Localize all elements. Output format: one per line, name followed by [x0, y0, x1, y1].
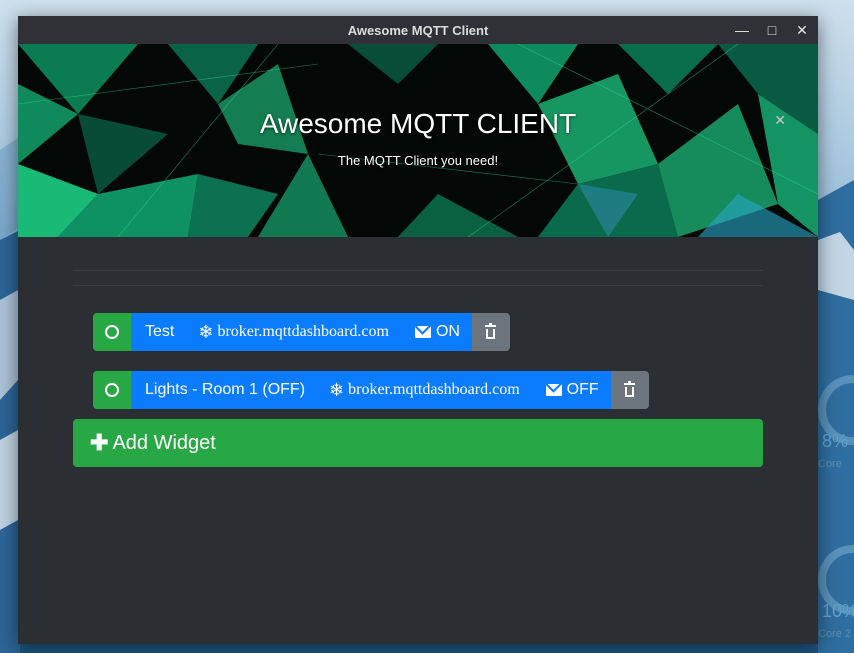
widget-state: OFF: [545, 381, 599, 399]
minimize-icon[interactable]: —: [734, 22, 750, 38]
widget-broker-text: broker.mqttdashboard.com: [217, 323, 389, 340]
widget-delete-button[interactable]: [471, 313, 510, 351]
plus-icon: ✚: [90, 430, 109, 455]
widget-delete-button[interactable]: [610, 371, 649, 409]
hero-subtitle: The MQTT Client you need!: [337, 153, 499, 168]
app-window: Awesome MQTT Client — □ ✕ Awesome MQTT C…: [18, 16, 818, 644]
widget-state-text: OFF: [566, 381, 599, 398]
hero-title: Awesome MQTT CLIENT: [259, 108, 577, 139]
title-bar[interactable]: Awesome MQTT Client — □ ✕: [18, 16, 818, 44]
desktop-cpu-percent-1: 8%: [822, 431, 849, 451]
widget-broker: ❄ broker.mqttdashboard.com: [329, 380, 520, 401]
widget-state: ON: [414, 323, 460, 341]
envelope-icon: [414, 326, 431, 338]
maximize-icon[interactable]: □: [764, 22, 780, 38]
widget-state-text: ON: [435, 323, 460, 340]
widget-name: Lights - Room 1 (OFF): [145, 381, 306, 398]
add-widget-button[interactable]: ✚ Add Widget: [73, 419, 763, 467]
snowflake-icon: ❄: [198, 321, 214, 342]
trash-icon: [624, 380, 636, 397]
circle-icon: [105, 383, 119, 397]
widget-name: Test: [145, 323, 175, 340]
widget-status-button[interactable]: [93, 371, 131, 409]
window-controls: — □ ✕: [734, 16, 810, 44]
trash-icon: [485, 322, 497, 339]
envelope-icon: [545, 384, 562, 396]
window-title: Awesome MQTT Client: [347, 22, 489, 38]
widget-row-lights: Lights - Room 1 (OFF) ❄ broker.mqttdashb…: [93, 371, 649, 409]
close-icon[interactable]: ✕: [794, 22, 810, 39]
circle-icon: [105, 325, 119, 339]
add-widget-label: Add Widget: [112, 431, 216, 454]
desktop-cpu-label-1: Core: [818, 458, 842, 470]
snowflake-icon: ❄: [329, 379, 345, 400]
hero-banner: Awesome MQTT CLIENT The MQTT Client you …: [18, 44, 818, 237]
widget-status-button[interactable]: [93, 313, 131, 351]
desktop-cpu-label-2: Core 2: [818, 628, 852, 640]
widget-row-test: Test ❄ broker.mqttdashboard.com ON: [93, 313, 510, 351]
widget-broker: ❄ broker.mqttdashboard.com: [198, 322, 389, 343]
desktop-cpu-percent-2: 10%: [822, 601, 854, 621]
divider-top: [73, 270, 763, 271]
polygon-background: [18, 44, 818, 237]
widget-info-button[interactable]: Test ❄ broker.mqttdashboard.com ON: [131, 313, 472, 351]
divider-bottom: [73, 285, 763, 286]
widget-broker-text: broker.mqttdashboard.com: [348, 381, 520, 398]
widget-info-button[interactable]: Lights - Room 1 (OFF) ❄ broker.mqttdashb…: [131, 371, 611, 409]
hero-close-icon[interactable]: ✕: [774, 112, 786, 129]
